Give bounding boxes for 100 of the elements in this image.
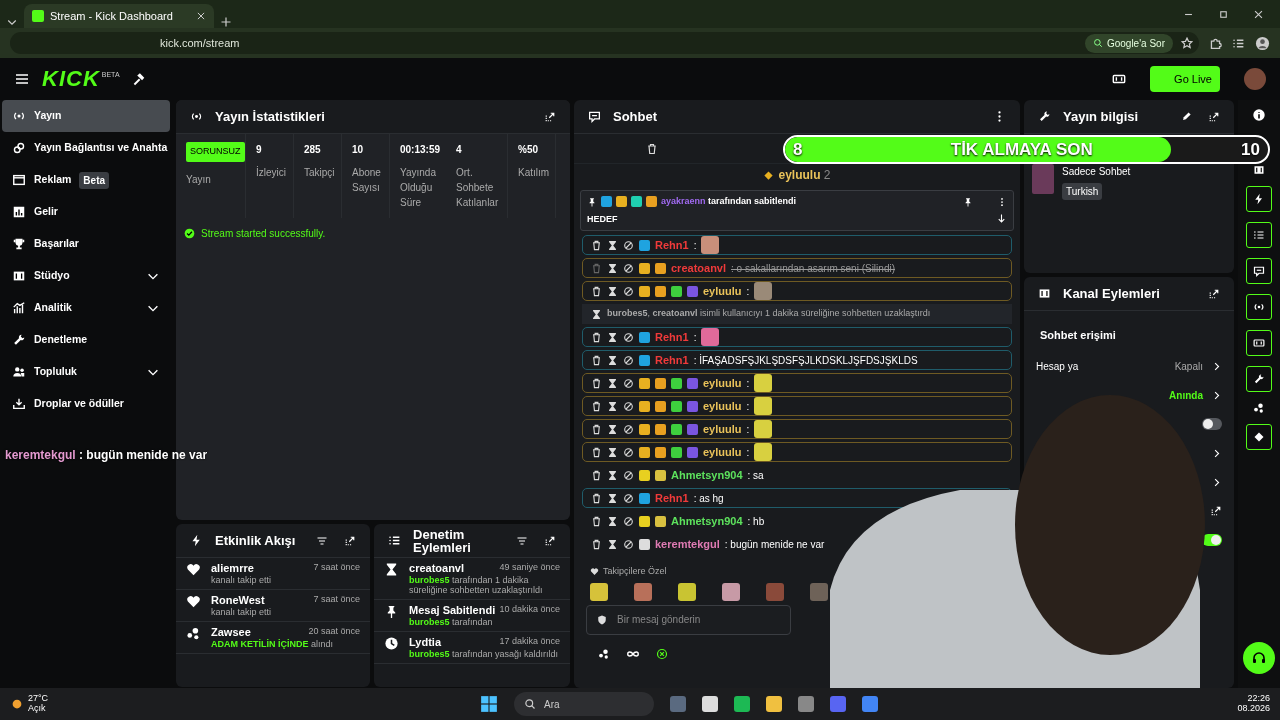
ban-icon[interactable] <box>623 400 634 412</box>
rail-button[interactable] <box>1246 258 1272 284</box>
trash-icon[interactable] <box>646 142 658 155</box>
avatar[interactable] <box>1244 68 1266 90</box>
timeout-icon[interactable] <box>607 377 618 389</box>
rail-button[interactable] <box>1246 294 1272 320</box>
ban-icon[interactable] <box>623 515 634 527</box>
edit-icon[interactable] <box>1181 110 1192 122</box>
ban-icon[interactable] <box>623 354 634 366</box>
sidebar-item[interactable]: Yayın <box>2 100 170 132</box>
rail-button[interactable] <box>1246 366 1272 392</box>
sidebar-item[interactable]: Analitik <box>2 292 170 324</box>
sidebar-item[interactable]: Reklam Beta <box>2 164 170 196</box>
pop-out-icon[interactable] <box>1208 287 1220 300</box>
emote-image[interactable] <box>590 582 608 601</box>
timeout-icon[interactable] <box>607 492 618 504</box>
timeout-icon[interactable] <box>607 469 618 481</box>
chat-username[interactable]: eyluulu <box>703 420 742 438</box>
timeout-icon[interactable] <box>607 285 618 297</box>
taskbar-search[interactable]: Ara <box>514 692 655 716</box>
pop-out-icon[interactable] <box>544 534 556 547</box>
rail-button[interactable] <box>1246 186 1272 212</box>
hammer-icon[interactable] <box>131 72 146 86</box>
rail-button[interactable] <box>1246 424 1272 450</box>
chat-username[interactable]: Rehn1 <box>655 351 689 369</box>
ban-icon[interactable] <box>623 331 634 343</box>
timeout-icon[interactable] <box>607 400 618 412</box>
emote-image[interactable] <box>722 582 740 601</box>
sidebar-item[interactable]: Gelir <box>2 196 170 228</box>
dots-icon[interactable] <box>1253 402 1265 414</box>
chat-username[interactable]: Rehn1 <box>655 236 689 254</box>
timeout-icon[interactable] <box>607 239 618 251</box>
ban-icon[interactable] <box>623 538 634 550</box>
puzzle-icon[interactable] <box>1209 36 1222 50</box>
new-tab-icon[interactable] <box>220 16 232 28</box>
info-icon[interactable] <box>1252 108 1266 122</box>
chat-username[interactable]: Ahmetsyn904 <box>671 466 743 484</box>
profile-icon[interactable] <box>1255 35 1270 51</box>
pop-out-icon[interactable] <box>344 534 356 547</box>
chat-username[interactable]: keremtekgul <box>655 535 720 553</box>
filter-icon[interactable] <box>316 534 328 547</box>
sidebar-item[interactable]: Yayın Bağlantısı ve Anahta <box>2 132 170 164</box>
rail-button[interactable] <box>1246 330 1272 356</box>
ban-icon[interactable] <box>623 492 634 504</box>
dots-icon[interactable] <box>598 647 610 660</box>
chat-username[interactable]: creatoanvl <box>671 259 727 277</box>
emote-image[interactable] <box>678 582 696 601</box>
emote-image[interactable] <box>634 582 652 601</box>
chat-username[interactable]: eyluulu <box>703 374 742 392</box>
pop-out-icon[interactable] <box>544 110 556 123</box>
address-bar[interactable]: kick.com/stream Google'a Sor <box>10 32 1199 54</box>
sidebar-item[interactable]: Topluluk <box>2 356 170 388</box>
filter-icon[interactable] <box>516 534 528 547</box>
rail-button[interactable] <box>1246 222 1272 248</box>
go-live-button[interactable]: Go Live <box>1150 65 1220 93</box>
ban-icon[interactable] <box>623 239 634 251</box>
ban-icon[interactable] <box>623 423 634 435</box>
close-circle-icon[interactable] <box>656 647 668 660</box>
logo[interactable]: KICK <box>42 68 100 90</box>
timeout-icon[interactable] <box>607 262 618 274</box>
chat-username[interactable]: Rehn1 <box>655 328 689 346</box>
toggle-switch[interactable] <box>1202 418 1222 430</box>
close-icon[interactable] <box>196 11 206 21</box>
ban-icon[interactable] <box>623 285 634 297</box>
sidebar-item[interactable]: Droplar ve ödüller <box>2 388 170 420</box>
ban-icon[interactable] <box>623 377 634 389</box>
timeout-icon[interactable] <box>607 354 618 366</box>
taskbar-app-icon[interactable] <box>766 696 783 712</box>
pop-out-icon[interactable] <box>1208 110 1220 123</box>
maximize-icon[interactable] <box>1218 8 1229 20</box>
chat-username[interactable]: Rehn1 <box>655 489 689 507</box>
timeout-icon[interactable] <box>607 331 618 343</box>
sidebar-item[interactable]: Stüdyo <box>2 260 170 292</box>
film-icon[interactable] <box>1253 164 1265 176</box>
message-input[interactable]: Bir mesaj gönderin <box>586 604 791 635</box>
heart-icon <box>186 594 201 609</box>
taskbar-app-icon[interactable] <box>702 696 719 712</box>
ban-icon[interactable] <box>623 446 634 458</box>
support-button[interactable] <box>1243 642 1275 674</box>
star-icon[interactable] <box>1181 37 1193 49</box>
ban-icon[interactable] <box>623 469 634 481</box>
sidebar-item[interactable]: Başarılar <box>2 228 170 260</box>
timeout-icon[interactable] <box>607 515 618 527</box>
browser-tab[interactable]: Stream - Kick Dashboard <box>24 4 214 28</box>
sidebar-item[interactable]: Denetleme <box>2 324 170 356</box>
chat-username[interactable]: eyluulu <box>703 282 742 300</box>
ban-icon[interactable] <box>623 262 634 274</box>
arrow-down-icon[interactable] <box>996 212 1007 224</box>
ask-google-button[interactable]: Google'a Sor <box>1084 33 1173 53</box>
chat-username[interactable]: Ahmetsyn904 <box>671 512 743 530</box>
external-link-icon[interactable] <box>1210 505 1222 517</box>
timeout-icon[interactable] <box>607 423 618 435</box>
start-icon[interactable] <box>480 695 499 713</box>
timeout-icon[interactable] <box>607 538 618 550</box>
menu-icon[interactable] <box>14 71 30 87</box>
close-icon[interactable] <box>1253 8 1264 20</box>
chat-username[interactable]: eyluulu <box>703 443 742 461</box>
chat-username[interactable]: eyluulu <box>703 397 742 415</box>
taskbar-app-icon[interactable] <box>734 696 751 712</box>
timeout-icon[interactable] <box>607 446 618 458</box>
